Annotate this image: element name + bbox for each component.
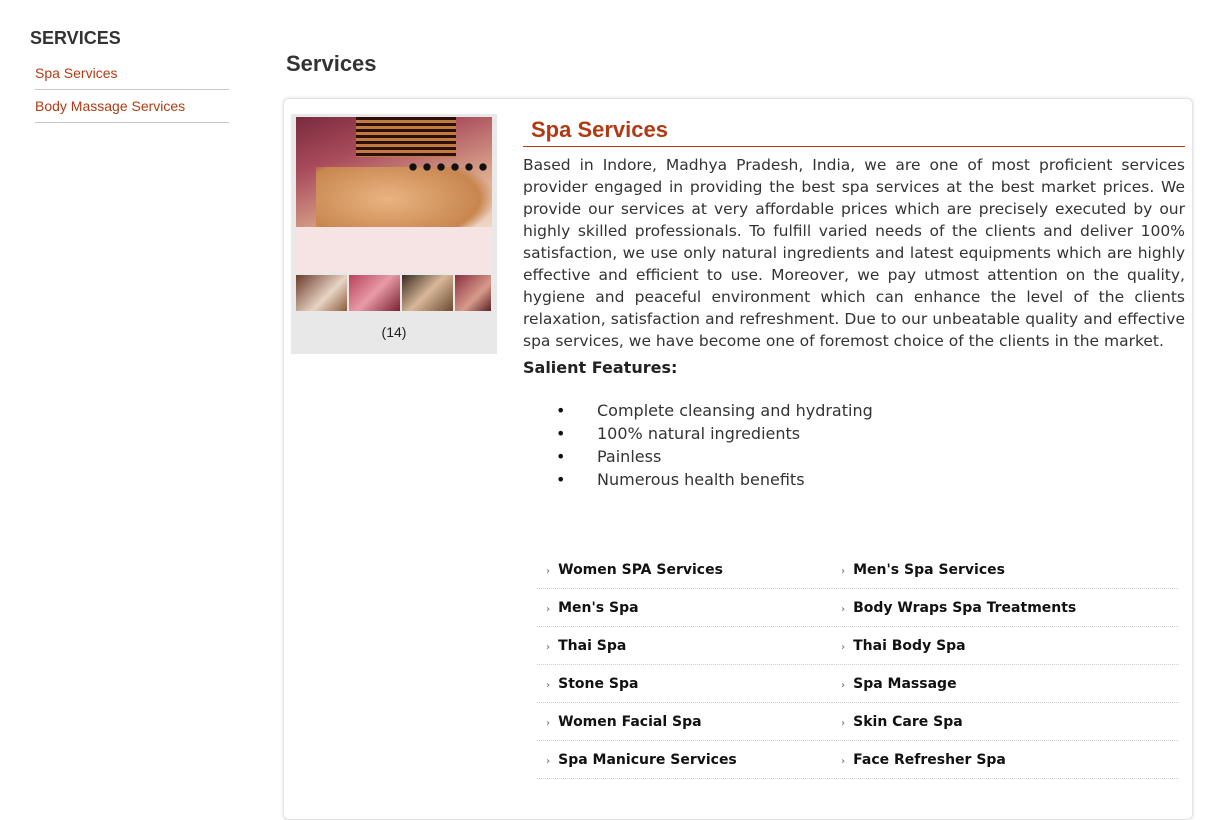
thumbnail-3[interactable]	[402, 275, 453, 311]
photo-stones	[406, 162, 492, 172]
related-link[interactable]: › Spa Manicure Services	[537, 741, 832, 779]
page-title: Services	[286, 51, 377, 76]
product-description: Based in Indore, Madhya Pradesh, India, …	[523, 156, 1185, 350]
sidebar-item-spa-services[interactable]: Spa Services	[35, 57, 229, 90]
sidebar-heading: SERVICES	[30, 28, 121, 48]
related-link-label[interactable]: Women SPA Services	[558, 562, 723, 578]
related-link[interactable]: › Thai Body Spa	[832, 627, 1179, 665]
related-link[interactable]: › Men's Spa Services	[832, 551, 1179, 589]
thumbnail-1[interactable]	[296, 275, 347, 311]
photo-count[interactable]: (14)	[291, 324, 497, 340]
chevron-right-icon: ›	[841, 718, 846, 729]
sidebar: SERVICES Spa Services Body Massage Servi…	[30, 28, 230, 123]
thumbnail-strip	[296, 275, 491, 311]
related-link-label[interactable]: Spa Massage	[853, 676, 956, 692]
sidebar-link-spa-services[interactable]: Spa Services	[35, 65, 117, 81]
features-list: Complete cleansing and hydrating 100% na…	[556, 399, 1185, 491]
related-link[interactable]: › Face Refresher Spa	[832, 741, 1179, 779]
related-link[interactable]: › Stone Spa	[537, 665, 832, 703]
feature-item: Painless	[556, 445, 1185, 468]
feature-item: 100% natural ingredients	[556, 422, 1185, 445]
related-link-label[interactable]: Skin Care Spa	[853, 714, 963, 730]
related-link-label[interactable]: Stone Spa	[558, 676, 638, 692]
chevron-right-icon: ›	[841, 642, 846, 653]
related-link-label[interactable]: Thai Body Spa	[853, 638, 966, 654]
sidebar-menu: Spa Services Body Massage Services	[35, 57, 229, 123]
related-link[interactable]: › Spa Massage	[832, 665, 1179, 703]
chevron-right-icon: ›	[546, 642, 551, 653]
chevron-right-icon: ›	[841, 604, 846, 615]
chevron-right-icon: ›	[546, 604, 551, 615]
features-title: Salient Features:	[523, 358, 678, 377]
related-link-label[interactable]: Women Facial Spa	[558, 714, 701, 730]
thumbnail-4[interactable]	[455, 275, 491, 311]
chevron-right-icon: ›	[546, 680, 551, 691]
related-link[interactable]: › Women Facial Spa	[537, 703, 832, 741]
thumbnail-2[interactable]	[349, 275, 400, 311]
related-link-label[interactable]: Thai Spa	[558, 638, 626, 654]
chevron-right-icon: ›	[546, 718, 551, 729]
related-link-label[interactable]: Body Wraps Spa Treatments	[853, 600, 1076, 616]
related-services-links: › Women SPA Services › Men's Spa Services …	[537, 551, 1179, 779]
chevron-right-icon: ›	[841, 680, 846, 691]
main-product-photo[interactable]	[296, 117, 492, 273]
photo-blinds	[356, 117, 456, 157]
product-gallery: (14)	[291, 114, 497, 354]
product-panel: (14) Spa Services Based in Indore, Madhy…	[283, 98, 1193, 820]
related-link[interactable]: › Men's Spa	[537, 589, 832, 627]
chevron-right-icon: ›	[546, 756, 551, 767]
related-link[interactable]: › Skin Care Spa	[832, 703, 1179, 741]
related-link[interactable]: › Thai Spa	[537, 627, 832, 665]
product-title: Spa Services	[523, 117, 1185, 147]
chevron-right-icon: ›	[841, 566, 846, 577]
sidebar-item-body-massage-services[interactable]: Body Massage Services	[35, 90, 229, 123]
chevron-right-icon: ›	[546, 566, 551, 577]
feature-item: Complete cleansing and hydrating	[556, 399, 1185, 422]
related-link[interactable]: › Body Wraps Spa Treatments	[832, 589, 1179, 627]
sidebar-link-body-massage-services[interactable]: Body Massage Services	[35, 98, 185, 114]
related-link-label[interactable]: Spa Manicure Services	[558, 752, 737, 768]
related-link[interactable]: › Women SPA Services	[537, 551, 832, 589]
photo-towel	[296, 227, 492, 273]
related-link-label[interactable]: Face Refresher Spa	[853, 752, 1006, 768]
related-link-label[interactable]: Men's Spa	[558, 600, 638, 616]
product-content: Spa Services Based in Indore, Madhya Pra…	[523, 117, 1185, 491]
feature-item: Numerous health benefits	[556, 468, 1185, 491]
related-link-label[interactable]: Men's Spa Services	[853, 562, 1005, 578]
chevron-right-icon: ›	[841, 756, 846, 767]
